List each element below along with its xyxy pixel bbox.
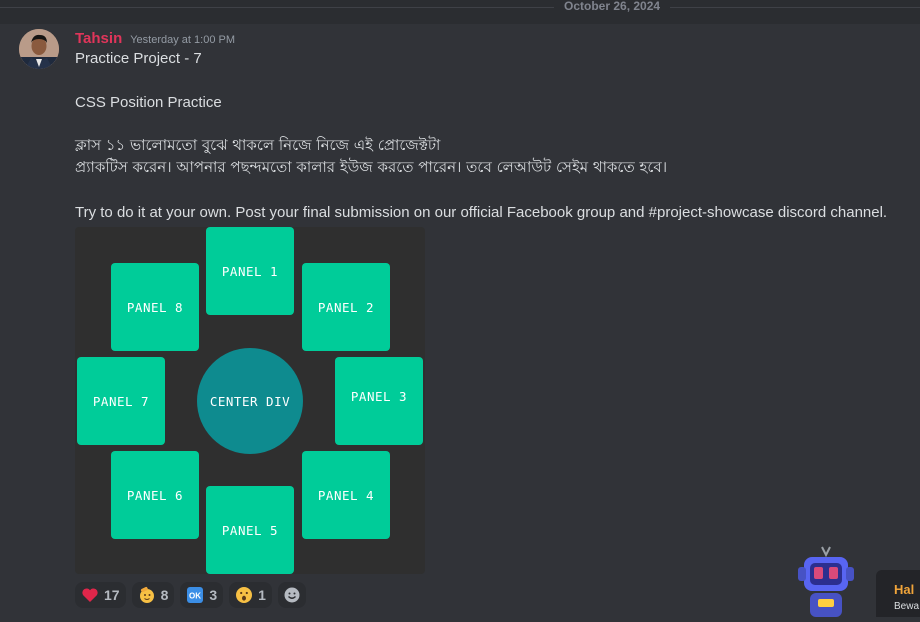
reactions-bar: 17 8 OK 3 1: [75, 582, 306, 608]
center-div: CENTER DIV: [197, 348, 303, 454]
top-bar: October 26, 2024: [0, 0, 920, 24]
message-english-line: Try to do it at your own. Post your fina…: [75, 204, 888, 221]
panel-8: PANEL 8: [111, 263, 199, 351]
reaction-heart[interactable]: 17: [75, 582, 126, 608]
panel-7: PANEL 7: [77, 357, 165, 445]
panel-2: PANEL 2: [302, 263, 390, 351]
timestamp[interactable]: Yesterday at 1:00 PM: [130, 34, 235, 46]
panel-1: PANEL 1: [206, 227, 294, 315]
promo-subtitle: Bewa: [894, 601, 920, 612]
message-title: Practice Project - 7: [75, 50, 202, 67]
robot-mascot-icon: [796, 545, 856, 617]
panel-3: PANEL 3: [335, 357, 423, 445]
image-attachment[interactable]: PANEL 1 PANEL 2 PANEL 3 PANEL 4 PANEL 5 …: [75, 227, 425, 574]
svg-text:OK: OK: [189, 592, 201, 601]
date-divider-line: [0, 7, 920, 8]
reaction-count: 1: [258, 587, 266, 603]
panel-6: PANEL 6: [111, 451, 199, 539]
message-subtitle: CSS Position Practice: [75, 94, 222, 111]
add-reaction-icon: [283, 586, 301, 604]
ok-button-icon: OK: [186, 586, 204, 604]
heart-icon: [81, 586, 99, 604]
message-header: Tahsin Yesterday at 1:00 PM: [75, 30, 235, 47]
surprised-face-icon: [235, 586, 253, 604]
date-divider-label: October 26, 2024: [554, 0, 671, 13]
add-reaction-button[interactable]: [277, 582, 306, 608]
reaction-count: 3: [209, 587, 218, 603]
message-bangla-line-2: প্র্যাকটিস করেন। আপনার পছন্দমতো কালার ইউ…: [75, 158, 668, 176]
reaction-surprised[interactable]: 1: [229, 582, 272, 608]
promo-card[interactable]: Hal Bewa: [876, 570, 920, 617]
author-name[interactable]: Tahsin: [75, 30, 122, 47]
reaction-ok[interactable]: OK 3: [180, 582, 224, 608]
promo-title: Hal: [894, 582, 915, 597]
reaction-salute[interactable]: 8: [131, 582, 175, 608]
message: Tahsin Yesterday at 1:00 PM Practice Pro…: [0, 24, 920, 617]
reaction-count: 17: [104, 587, 120, 603]
reaction-count: 8: [160, 587, 169, 603]
avatar[interactable]: [19, 29, 59, 69]
saluting-face-icon: [138, 586, 156, 604]
panel-5: PANEL 5: [206, 486, 294, 574]
panel-4: PANEL 4: [302, 451, 390, 539]
